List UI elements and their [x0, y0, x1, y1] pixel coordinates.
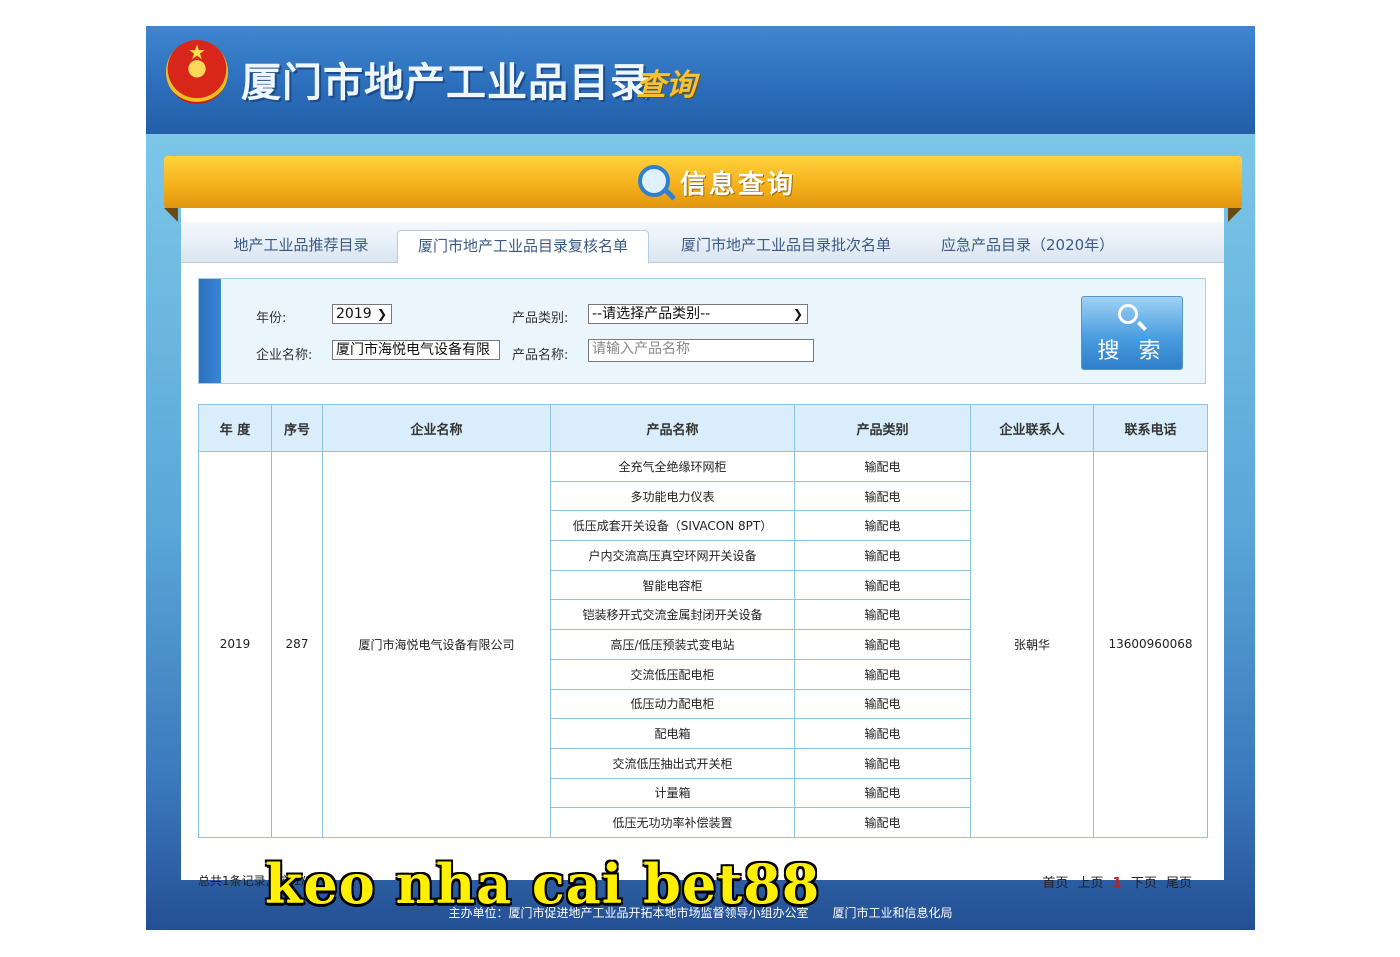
table-row: 2019 287 厦门市海悦电气设备有限公司 全充气全绝缘环网柜 输配电 张朝华 13600…: [198, 451, 1208, 838]
product-category-cell: 输配电: [794, 510, 971, 542]
category-select[interactable]: --请选择产品类别-- ❯: [588, 304, 808, 324]
product-name-cell: 低压成套开关设备（SIVACON 8PT）: [550, 510, 795, 542]
product-name-cell: 交流低压配电柜: [550, 658, 795, 690]
search-button[interactable]: 搜 索: [1081, 296, 1183, 370]
product-category-cell: 输配电: [794, 807, 971, 838]
search-icon-handle: [1137, 321, 1147, 331]
search-form: 年份: 2019 ❯ 企业名称: 厦门市海悦电气设备有限 产品类别: --请选择…: [198, 278, 1206, 384]
company-input[interactable]: 厦门市海悦电气设备有限: [332, 340, 500, 360]
product-category-cell: 输配电: [794, 777, 971, 809]
year-select-value: 2019: [336, 306, 372, 322]
pager-current-page: 1: [1112, 876, 1122, 891]
product-category-cell: 输配电: [794, 688, 971, 720]
product-name-cell: 计量箱: [550, 777, 795, 809]
chevron-down-icon: ❯: [792, 307, 803, 321]
product-category-cell: 输配电: [794, 658, 971, 690]
product-name-cell: 高压/低压预装式变电站: [550, 629, 795, 660]
chevron-down-icon: ❯: [376, 307, 387, 321]
product-name-cell: 全充气全绝缘环网柜: [550, 451, 795, 482]
page-frame: ★ 厦门市地产工业品目录 查询 信息查询 地产工业品推荐目录 厦门市地产工业品目…: [146, 26, 1255, 930]
seq-cell: 287: [271, 451, 323, 838]
tab-batch-list[interactable]: 厦门市地产工业品目录批次名单: [671, 230, 901, 262]
year-cell: 2019: [198, 451, 272, 838]
year-label: 年份:: [256, 311, 287, 326]
product-name-cell: 多功能电力仪表: [550, 480, 795, 512]
product-input[interactable]: 请输入产品名称: [588, 339, 814, 362]
magnifier-handle: [663, 188, 677, 201]
banner-fold-right: [1228, 208, 1242, 222]
product-label: 产品名称:: [512, 348, 569, 363]
info-query-banner: 信息查询: [164, 156, 1242, 208]
product-category-cell: 输配电: [794, 540, 971, 571]
tab-recommended-catalog[interactable]: 地产工业品推荐目录: [221, 230, 381, 262]
pager-prev-link[interactable]: 上页: [1077, 876, 1103, 891]
product-name-cell: 铠装移开式交流金属封闭开关设备: [550, 599, 795, 631]
emblem-star-icon: ★: [188, 40, 206, 64]
product-name-cell: 交流低压抽出式开关柜: [550, 747, 795, 779]
header-product: 产品名称: [550, 404, 795, 452]
search-icon: [1118, 304, 1138, 324]
product-name-cell: 户内交流高压真空环网开关设备: [550, 540, 795, 571]
table-body: 2019 287 厦门市海悦电气设备有限公司 全充气全绝缘环网柜 输配电 张朝华 13600…: [198, 451, 1208, 838]
company-label: 企业名称:: [256, 348, 313, 363]
product-name-cell: 低压无功功率补偿装置: [550, 807, 795, 838]
pagination: 首页 上页 1 下页 尾页: [1037, 872, 1192, 891]
product-category-cell: 输配电: [794, 569, 971, 601]
product-category-cell: 输配电: [794, 480, 971, 512]
tab-bar: 地产工业品推荐目录 厦门市地产工业品目录复核名单 厦门市地产工业品目录批次名单 …: [181, 222, 1224, 264]
product-name-cell: 配电箱: [550, 718, 795, 749]
results-table: 年 度 序号 企业名称 产品名称 产品类别 企业联系人 联系电话 2019 287…: [198, 404, 1208, 838]
company-cell: 厦门市海悦电气设备有限公司: [322, 451, 551, 838]
product-name-cell: 低压动力配电柜: [550, 688, 795, 720]
search-button-label: 搜 索: [1097, 339, 1167, 364]
header-company: 企业名称: [322, 404, 551, 452]
year-select[interactable]: 2019 ❯: [332, 304, 392, 324]
contact-cell: 张朝华: [970, 451, 1094, 838]
banner-fold-left: [164, 208, 178, 222]
site-title: 厦门市地产工业品目录: [241, 60, 651, 106]
product-category-cell: 输配电: [794, 599, 971, 631]
pager-next-link[interactable]: 下页: [1131, 876, 1157, 891]
product-category-cell: 输配电: [794, 718, 971, 749]
phone-cell: 13600960068: [1093, 451, 1208, 838]
site-header: ★ 厦门市地产工业品目录 查询: [146, 26, 1255, 134]
product-category-cell: 输配电: [794, 629, 971, 660]
content-panel: 地产工业品推荐目录 厦门市地产工业品目录复核名单 厦门市地产工业品目录批次名单 …: [181, 208, 1224, 891]
site-subtitle: 查询: [636, 68, 696, 103]
banner-title: 信息查询: [680, 170, 797, 200]
pager-first-link[interactable]: 首页: [1042, 876, 1068, 891]
category-label: 产品类别:: [512, 311, 569, 326]
product-name-cell: 智能电容柜: [550, 569, 795, 601]
category-select-value: --请选择产品类别--: [592, 306, 711, 322]
pager-last-link[interactable]: 尾页: [1166, 876, 1192, 891]
header-seq: 序号: [271, 404, 323, 452]
product-category-cell: 输配电: [794, 747, 971, 779]
form-accent-strip: [199, 279, 221, 383]
header-phone: 联系电话: [1093, 404, 1208, 452]
table-header-row: 年 度 序号 企业名称 产品名称 产品类别 企业联系人 联系电话: [198, 404, 1208, 452]
tab-review-list[interactable]: 厦门市地产工业品目录复核名单: [397, 230, 649, 264]
header-year: 年 度: [198, 404, 272, 452]
tab-emergency-catalog[interactable]: 应急产品目录（2020年）: [941, 230, 1114, 262]
header-contact: 企业联系人: [970, 404, 1094, 452]
product-category-cell: 输配电: [794, 451, 971, 482]
overlay-watermark-text: keo nha cai bet88: [265, 852, 821, 916]
header-category: 产品类别: [794, 404, 971, 452]
